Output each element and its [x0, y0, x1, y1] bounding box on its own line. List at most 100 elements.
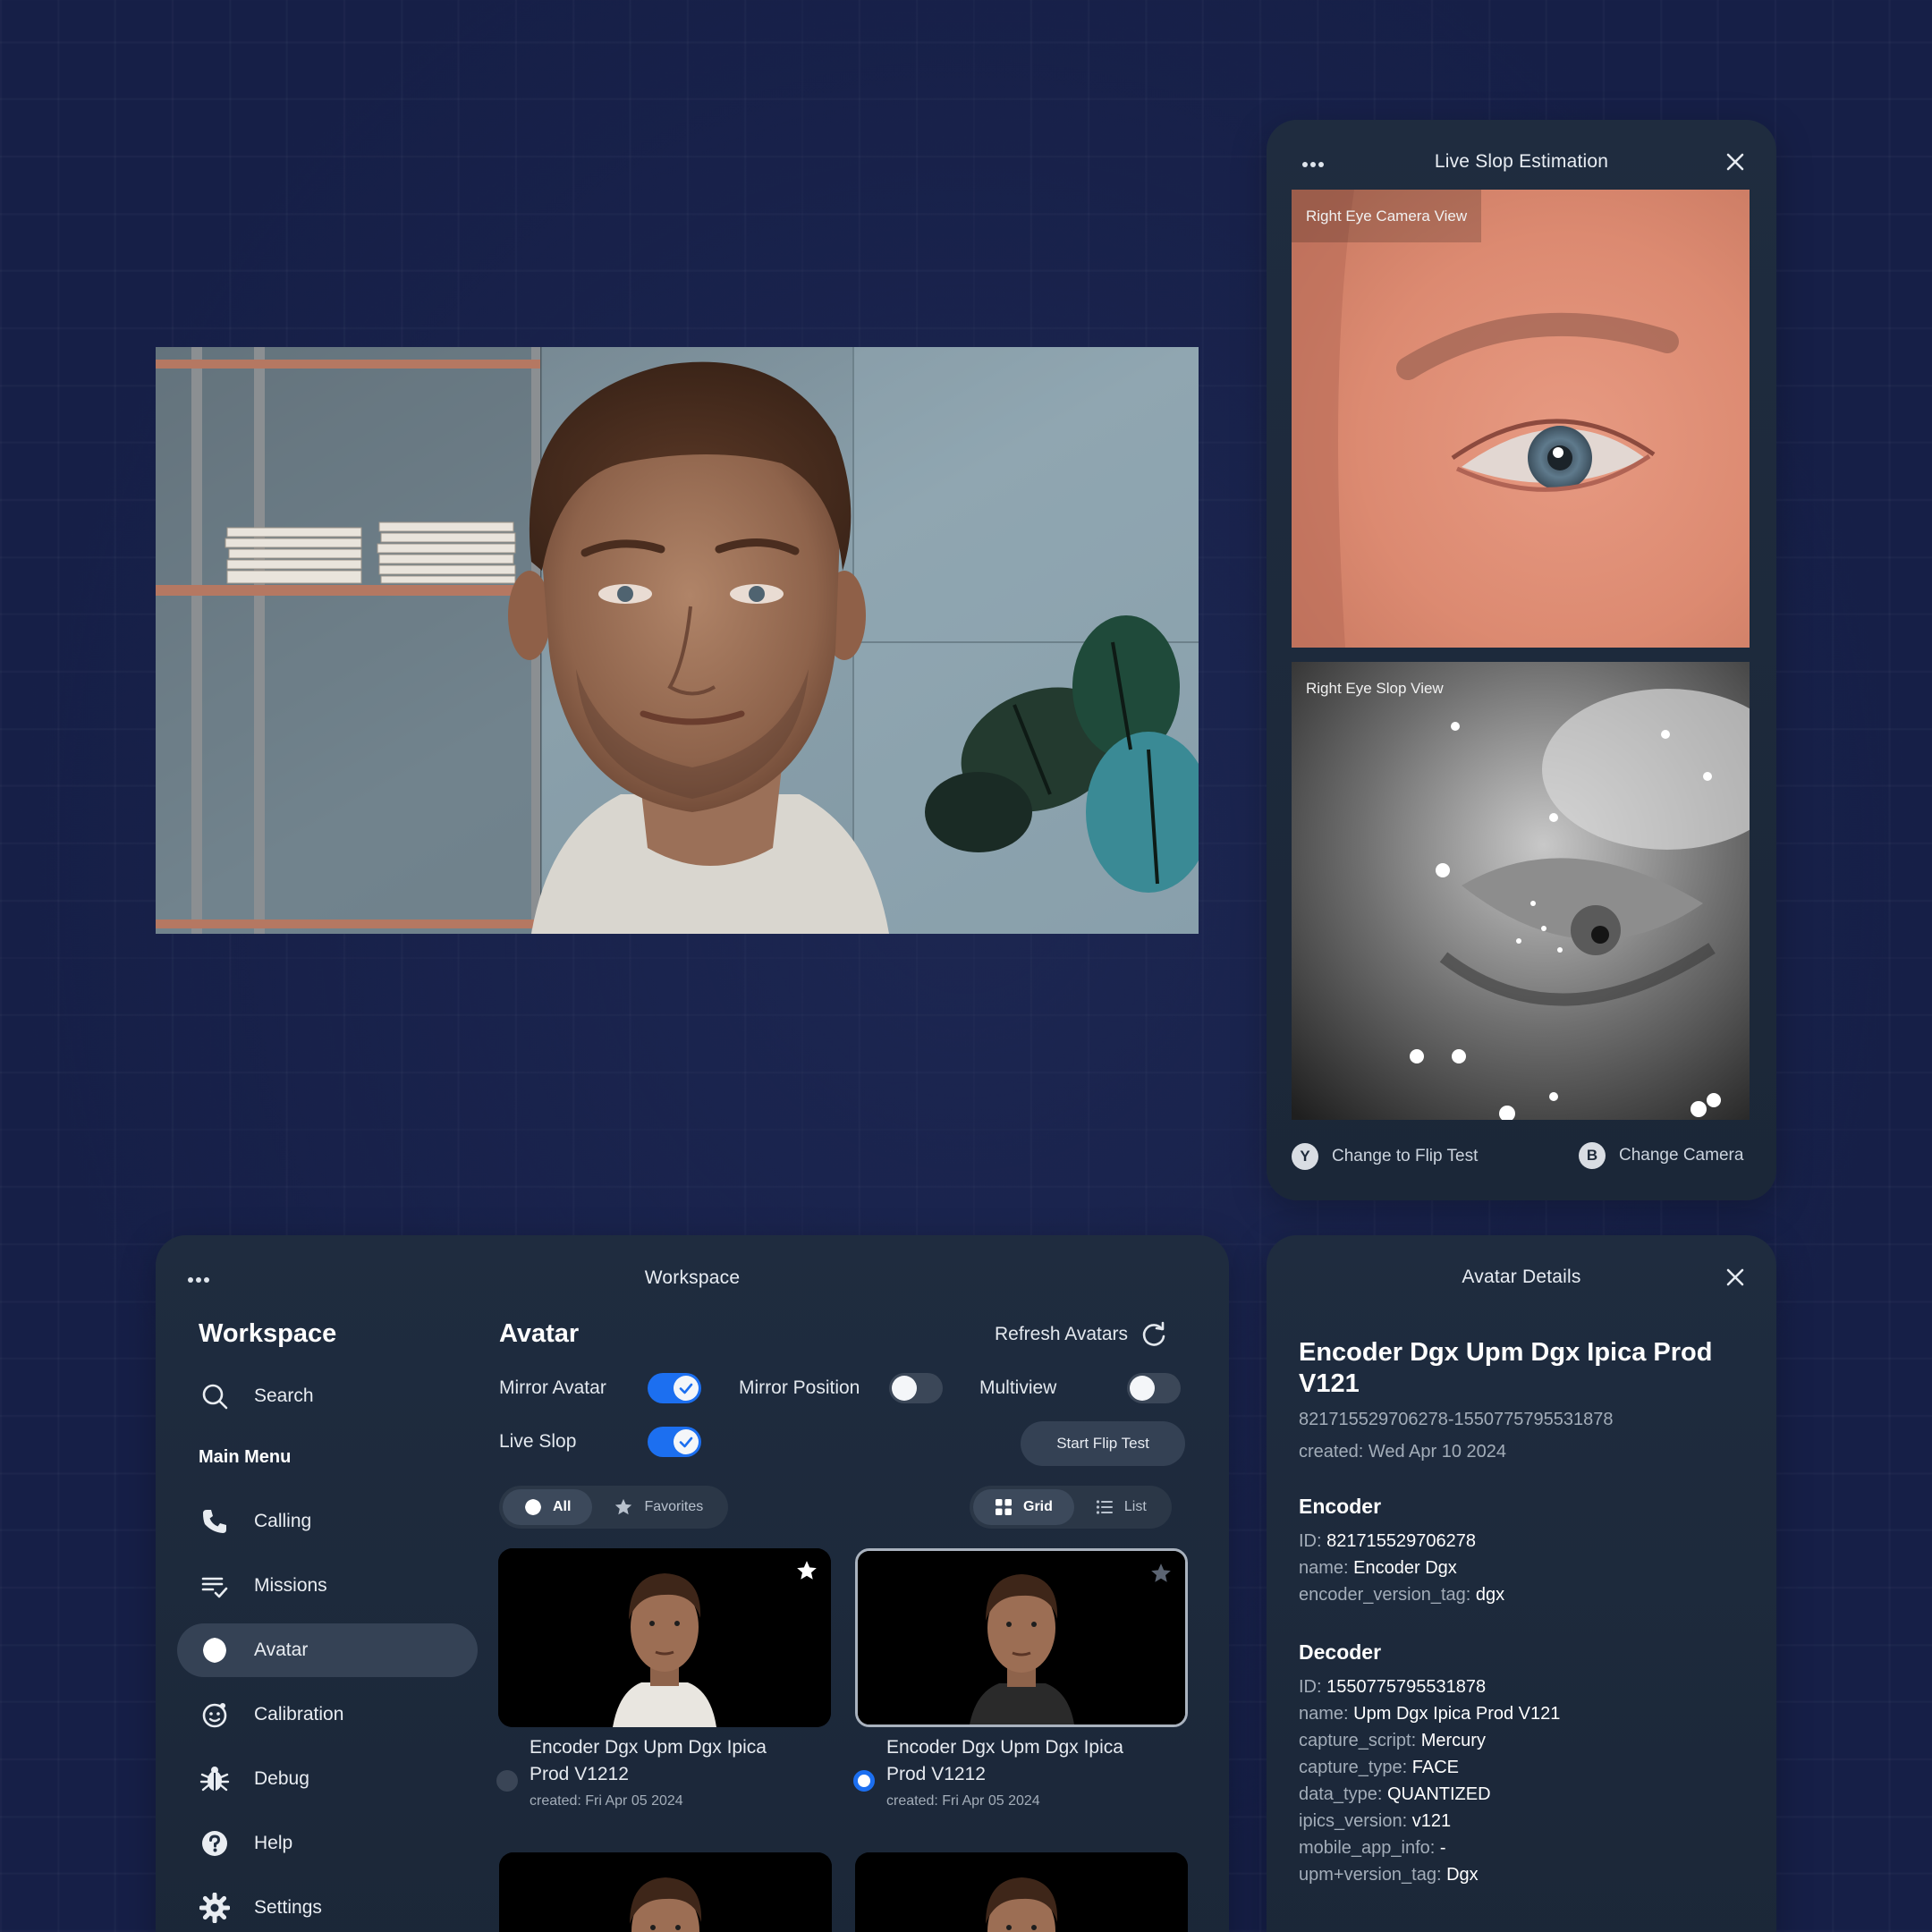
gear-icon: [199, 1892, 231, 1924]
change-to-flip-test-button[interactable]: Y Change to Flip Test: [1292, 1143, 1478, 1170]
live-slop-label: Live Slop: [499, 1431, 577, 1452]
avatar-blob-icon: [199, 1634, 231, 1666]
sidebar-item-label: Debug: [254, 1768, 309, 1789]
main-menu-heading: Main Menu: [199, 1447, 292, 1467]
avatar-preview-video: [156, 347, 1199, 934]
tab-all-label: All: [553, 1499, 572, 1514]
slop-ir-image: [1292, 662, 1750, 1120]
mirror-position-label: Mirror Position: [739, 1377, 860, 1398]
workspace-panel: Workspace Workspace Search Main Menu Cal…: [156, 1235, 1229, 1932]
select-radio[interactable]: [496, 1770, 518, 1792]
page-title: Avatar: [499, 1319, 580, 1348]
sidebar-item-avatar[interactable]: Avatar: [177, 1623, 478, 1677]
avatar-card-selected[interactable]: [855, 1548, 1188, 1727]
toggle-knob: [892, 1376, 917, 1401]
multiview-toggle[interactable]: [1127, 1373, 1181, 1403]
toggle-knob: [1130, 1376, 1155, 1401]
grid-icon: [995, 1498, 1013, 1516]
camera-view-label: Right Eye Camera View: [1292, 190, 1482, 242]
toggle-knob: [674, 1429, 699, 1454]
sidebar-item-missions[interactable]: Missions: [177, 1559, 478, 1613]
avatar-thumbnail: [499, 1852, 832, 1932]
avatar-created-date: created: Wed Apr 10 2024: [1299, 1442, 1507, 1462]
toggle-knob: [674, 1376, 699, 1401]
select-radio-selected[interactable]: [853, 1770, 875, 1792]
live-slop-panel: Live Slop Estimation Right Eye Camera Vi…: [1267, 120, 1776, 1200]
decoder-capture-type-row: capture_type: FACE: [1299, 1758, 1460, 1777]
tab-grid-label: Grid: [1023, 1499, 1053, 1514]
decoder-name-row: name: Upm Dgx Ipica Prod V121: [1299, 1704, 1561, 1724]
encoder-version-row: encoder_version_tag: dgx: [1299, 1585, 1505, 1605]
live-slop-toggle[interactable]: [648, 1427, 701, 1457]
search-icon: [199, 1380, 231, 1412]
sidebar-item-label: Missions: [254, 1575, 327, 1596]
sidebar-item-label: Help: [254, 1833, 293, 1853]
slop-view-label: Right Eye Slop View: [1306, 679, 1444, 697]
mirror-avatar-toggle[interactable]: [648, 1373, 701, 1403]
favorite-star-icon[interactable]: [1149, 1562, 1173, 1585]
sidebar-search[interactable]: Search: [177, 1369, 478, 1423]
sidebar-item-label: Calling: [254, 1511, 312, 1531]
tab-list-label: List: [1123, 1499, 1147, 1514]
avatar-card[interactable]: [498, 1548, 831, 1727]
avatar-render-image: [156, 347, 1199, 934]
card-date: created: Fri Apr 05 2024: [886, 1793, 1040, 1809]
sidebar-item-calling[interactable]: Calling: [177, 1495, 478, 1548]
refresh-icon: [1140, 1321, 1167, 1348]
encoder-heading: Encoder: [1299, 1495, 1382, 1518]
sidebar-item-label: Settings: [254, 1897, 322, 1918]
multiview-label: Multiview: [979, 1377, 1057, 1398]
avatar-card[interactable]: [499, 1852, 832, 1932]
favorite-star-icon[interactable]: [795, 1559, 818, 1582]
card-date: created: Fri Apr 05 2024: [530, 1793, 683, 1809]
tab-favorites[interactable]: Favorites: [592, 1489, 724, 1525]
sidebar-item-label: Calibration: [254, 1704, 344, 1724]
avatar-blob-icon: [524, 1498, 542, 1516]
sidebar-item-help[interactable]: Help: [177, 1817, 478, 1870]
filter-tabs: All Favorites: [499, 1486, 729, 1529]
window-title: Workspace: [644, 1267, 741, 1288]
avatar-name: Encoder Dgx Upm Dgx Ipica Prod V121: [1299, 1338, 1713, 1398]
decoder-id-row: ID: 1550775795531878: [1299, 1677, 1487, 1697]
close-icon[interactable]: [1722, 1264, 1749, 1291]
avatar-id-pair: 821715529706278-1550775795531878: [1299, 1410, 1614, 1429]
decoder-data-type-row: data_type: QUANTIZED: [1299, 1784, 1491, 1804]
tab-favorites-label: Favorites: [644, 1499, 704, 1514]
search-label: Search: [254, 1385, 314, 1406]
refresh-avatars-button[interactable]: Refresh Avatars: [995, 1321, 1167, 1348]
star-icon: [614, 1497, 633, 1517]
list-icon: [1096, 1498, 1114, 1516]
checklist-icon: [199, 1570, 231, 1602]
sidebar-title: Workspace: [199, 1319, 337, 1348]
decoder-mobile-app-row: mobile_app_info: -: [1299, 1838, 1446, 1858]
start-flip-test-button[interactable]: Start Flip Test: [1021, 1421, 1185, 1466]
tab-grid[interactable]: Grid: [973, 1489, 1074, 1525]
right-eye-slop-view: Right Eye Slop View: [1292, 662, 1750, 1120]
panel-title: Avatar Details: [1462, 1267, 1581, 1287]
decoder-capture-script-row: capture_script: Mercury: [1299, 1731, 1486, 1750]
card-title: Encoder Dgx Upm Dgx Ipica Prod V1212: [886, 1737, 1123, 1784]
card-title: Encoder Dgx Upm Dgx Ipica Prod V1212: [530, 1737, 767, 1784]
bug-icon: [199, 1763, 231, 1795]
change-camera-button[interactable]: B Change Camera: [1579, 1142, 1743, 1169]
mirror-position-toggle[interactable]: [889, 1373, 943, 1403]
calibration-face-icon: [199, 1699, 231, 1731]
refresh-label: Refresh Avatars: [995, 1324, 1129, 1344]
help-icon: [199, 1827, 231, 1860]
close-icon[interactable]: [1722, 148, 1749, 175]
flip-test-label: Change to Flip Test: [1332, 1147, 1479, 1165]
avatar-thumbnail: [858, 1551, 1185, 1724]
sidebar-item-debug[interactable]: Debug: [177, 1752, 478, 1806]
right-eye-camera-view: Right Eye Camera View: [1292, 190, 1750, 648]
sidebar-item-label: Avatar: [254, 1640, 309, 1660]
avatar-thumbnail: [855, 1852, 1188, 1932]
decoder-heading: Decoder: [1299, 1640, 1382, 1664]
tab-all[interactable]: All: [503, 1489, 593, 1525]
avatar-card[interactable]: [855, 1852, 1188, 1932]
decoder-ipics-version-row: ipics_version: v121: [1299, 1811, 1452, 1831]
encoder-id-row: ID: 821715529706278: [1299, 1531, 1476, 1551]
tab-list[interactable]: List: [1074, 1489, 1168, 1525]
sidebar-item-settings[interactable]: Settings: [177, 1881, 478, 1932]
eye-camera-image: [1292, 190, 1750, 648]
sidebar-item-calibration[interactable]: Calibration: [177, 1688, 478, 1741]
